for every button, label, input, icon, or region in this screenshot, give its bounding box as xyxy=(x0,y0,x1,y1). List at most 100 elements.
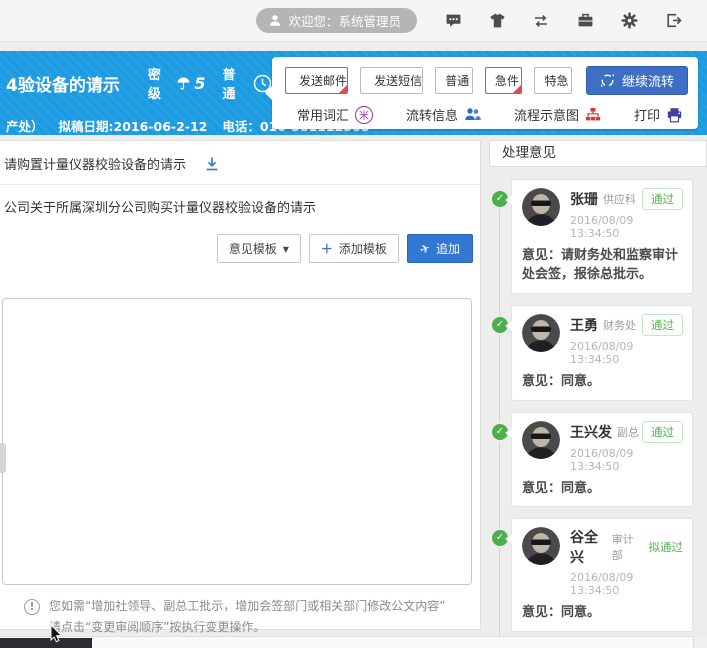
briefcase-icon[interactable] xyxy=(563,6,607,36)
document-header: 4验设备的请示 密级 5 普通 产处） 拟稿日期:2016-06-2 xyxy=(0,51,707,135)
paper-plane-icon: ✈ xyxy=(418,240,432,257)
approval-date: 2016/08/09 13:34:50 xyxy=(570,447,683,473)
avatar xyxy=(522,421,560,459)
send-mail-button[interactable]: 发送邮件 xyxy=(285,67,348,94)
opinion-textarea[interactable] xyxy=(2,298,472,585)
approver-name: 张珊 xyxy=(570,189,598,209)
approver-dept: 供应科 xyxy=(603,191,636,207)
notice-line-1: 您如需“增加社领导、副总工批示，增加会签部门或相关部门修改公文内容” xyxy=(49,596,445,617)
avatar xyxy=(522,314,560,352)
avatar xyxy=(522,527,560,565)
flow-info-label: 流转信息 xyxy=(406,105,458,124)
doc-title: 4验设备的请示 xyxy=(6,71,120,96)
doc-meta-row: 产处） 拟稿日期:2016-06-2-12 电话：010-581112568 xyxy=(6,116,272,135)
status-badge: 通过 xyxy=(642,421,683,443)
print-label: 打印 xyxy=(634,105,660,124)
switch-icon[interactable] xyxy=(519,6,563,36)
action-panel: 发送邮件 发送短信 普通 急件 特急 继续流转 常用词汇 米 流转信 xyxy=(272,57,698,129)
priority-urgent-button[interactable]: 急件 xyxy=(485,67,523,94)
approval-date: 2016/08/09 13:34:50 xyxy=(570,340,683,366)
approval-date: 2016/08/09 13:34:50 xyxy=(570,214,683,240)
plus-icon: ＋ xyxy=(321,240,333,257)
user-welcome-pill[interactable]: 欢迎您：系统管理员 xyxy=(256,8,417,33)
info-icon: ! xyxy=(24,599,40,615)
flow-info-link[interactable]: 流转信息 xyxy=(406,105,481,124)
document-header-left: 4验设备的请示 密级 5 普通 产处） 拟稿日期:2016-06-2 xyxy=(6,51,272,135)
word-circle-icon: 米 xyxy=(355,106,373,124)
approver-dept: 副总 xyxy=(617,424,639,440)
common-words-label: 常用词汇 xyxy=(297,105,349,124)
approver-name: 王兴发 xyxy=(570,422,612,442)
download-icon[interactable] xyxy=(204,156,220,172)
theme-icon[interactable] xyxy=(475,6,519,36)
opinion-template-dropdown[interactable]: 意见模板 ▾ xyxy=(217,234,301,263)
approver-name: 王勇 xyxy=(570,315,598,335)
footer-notice: ! 您如需“增加社领导、副总工批示，增加会签部门或相关部门修改公文内容” 请点击… xyxy=(24,596,470,638)
horizontal-scrollbar[interactable] xyxy=(0,636,707,648)
approval-date: 2016/08/09 13:34:50 xyxy=(570,571,683,597)
opinions-title: 处理意见 xyxy=(489,140,707,167)
secrecy-level: 密级 5 xyxy=(148,64,206,102)
opinion-card: ✓ 谷全兴 审计部 拟通过 2016/08/09 13:34:50 意见：同意。 xyxy=(511,518,693,632)
common-words-link[interactable]: 常用词汇 米 xyxy=(297,105,373,124)
opinion-template-label: 意见模板 xyxy=(229,240,277,257)
printer-icon xyxy=(666,107,683,123)
secrecy-label: 密级 xyxy=(148,64,173,102)
approver-name: 谷全兴 xyxy=(570,527,607,567)
flow-chart-link[interactable]: 流程示意图 xyxy=(514,105,601,124)
opinion-toolbar: 意见模板 ▾ ＋ 添加模板 ✈ 追加 xyxy=(0,234,480,263)
umbrella-icon xyxy=(176,76,191,91)
avatar xyxy=(522,188,560,226)
user-icon xyxy=(268,13,282,28)
continue-flow-button[interactable]: 继续流转 xyxy=(586,66,688,95)
message-icon[interactable] xyxy=(431,6,475,36)
clipped-side-element xyxy=(0,443,6,473)
opinions-timeline: ✓ 张珊 供应科 通过 2016/08/09 13:34:50 意见：请财务处和… xyxy=(489,179,707,648)
approval-comment: 意见：同意。 xyxy=(522,373,683,392)
doc-dept: 产处） xyxy=(6,116,44,135)
secrecy-value: 5 xyxy=(194,74,205,93)
topbar: 欢迎您：系统管理员 xyxy=(0,0,707,42)
scrollbar-thumb[interactable] xyxy=(0,638,92,648)
action-row-secondary: 常用词汇 米 流转信息 流程示意图 打印 xyxy=(272,99,698,124)
continue-flow-label: 继续流转 xyxy=(622,71,674,90)
opinions-panel: 处理意见 ✓ 张珊 供应科 通过 2016/08/09 13:34:50 xyxy=(489,140,707,648)
refresh-icon xyxy=(600,73,615,88)
topbar-icons xyxy=(431,6,695,36)
opinion-card: ✓ 王勇 财务处 通过 2016/08/09 13:34:50 意见：同意。 xyxy=(511,305,693,401)
document-subject: 公司关于所属深圳分公司购买计量仪器校验设备的请示 xyxy=(0,185,480,228)
approval-comment: 意见：请财务处和监察审计处会签，报徐总批示。 xyxy=(522,247,683,285)
urgency-label: 普通 xyxy=(222,64,248,102)
logout-icon[interactable] xyxy=(651,6,695,36)
flow-chart-label: 流程示意图 xyxy=(514,105,579,124)
status-badge: 通过 xyxy=(642,314,683,336)
priority-normal-button[interactable]: 普通 xyxy=(435,67,473,94)
orgchart-icon xyxy=(585,107,601,122)
notice-line-2: 请点击“变更审阅顺序”按执行变更操作。 xyxy=(49,617,445,638)
settings-icon[interactable] xyxy=(607,6,651,36)
welcome-text: 欢迎您：系统管理员 xyxy=(288,11,401,30)
add-template-label: 添加模板 xyxy=(339,240,387,257)
append-button[interactable]: ✈ 追加 xyxy=(407,234,473,263)
document-card: 请购置计量仪器校验设备的请示 公司关于所属深圳分公司购买计量仪器校验设备的请示 … xyxy=(0,140,481,630)
append-label: 追加 xyxy=(436,240,460,257)
status-badge: 通过 xyxy=(642,188,683,210)
approver-dept: 审计部 xyxy=(612,531,641,563)
scrollbar-corner xyxy=(693,636,707,648)
attachment-title: 请购置计量仪器校验设备的请示 xyxy=(4,154,186,173)
add-template-button[interactable]: ＋ 添加模板 xyxy=(309,234,399,263)
action-row-primary: 发送邮件 发送短信 普通 急件 特急 继续流转 xyxy=(272,57,698,99)
priority-extra-button[interactable]: 特急 xyxy=(534,67,572,94)
approval-comment: 意见：同意。 xyxy=(522,604,683,623)
status-badge: 拟通过 xyxy=(641,537,684,557)
opinion-card: ✓ 王兴发 副总 通过 2016/08/09 13:34:50 意见：同意。 xyxy=(511,412,693,508)
attachment-row: 请购置计量仪器校验设备的请示 xyxy=(0,141,480,184)
print-link[interactable]: 打印 xyxy=(634,105,683,124)
card-notch xyxy=(505,534,516,545)
opinion-card: ✓ 张珊 供应科 通过 2016/08/09 13:34:50 意见：请财务处和… xyxy=(511,179,693,294)
caret-down-icon: ▾ xyxy=(283,242,289,256)
send-sms-button[interactable]: 发送短信 xyxy=(360,67,423,94)
doc-draft-date: 拟稿日期:2016-06-2-12 xyxy=(59,116,208,135)
approver-dept: 财务处 xyxy=(603,317,636,333)
notice-text: 您如需“增加社领导、副总工批示，增加会签部门或相关部门修改公文内容” 请点击“变… xyxy=(49,596,445,638)
